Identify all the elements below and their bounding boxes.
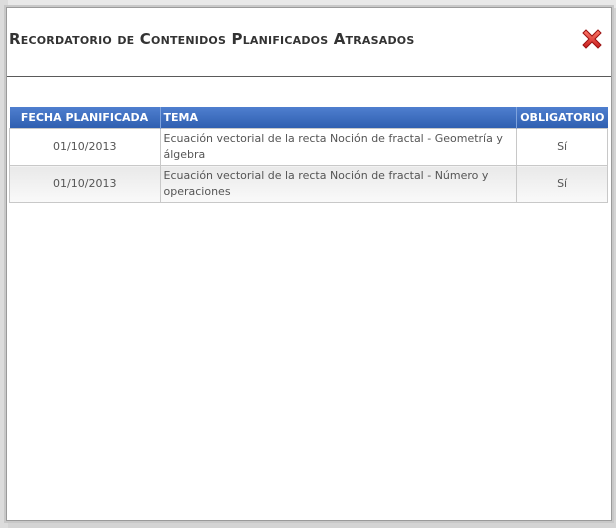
close-icon <box>582 29 602 49</box>
dialog-header: Recordatorio de Contenidos Planificados … <box>7 8 611 77</box>
column-header-obligatorio[interactable]: OBLIGATORIO <box>516 107 608 129</box>
cell-fecha: 01/10/2013 <box>9 128 161 166</box>
table-row[interactable]: 01/10/2013 Ecuación vectorial de la rect… <box>9 128 608 166</box>
column-header-tema[interactable]: TEMA <box>160 107 518 129</box>
reminder-dialog: Recordatorio de Contenidos Planificados … <box>6 7 612 521</box>
table-header-row: FECHA PLANIFICADA TEMA OBLIGATORIO <box>9 107 608 129</box>
cell-tema: Ecuación vectorial de la recta Noción de… <box>159 165 518 203</box>
overdue-contents-table: FECHA PLANIFICADA TEMA OBLIGATORIO 01/10… <box>9 107 608 203</box>
cell-obligatorio: Sí <box>516 128 608 166</box>
table-row[interactable]: 01/10/2013 Ecuación vectorial de la rect… <box>9 165 608 203</box>
dialog-title: Recordatorio de Contenidos Planificados … <box>9 30 415 48</box>
close-button[interactable] <box>579 26 605 52</box>
overdue-contents-table-wrap: FECHA PLANIFICADA TEMA OBLIGATORIO 01/10… <box>9 107 608 203</box>
cell-obligatorio: Sí <box>516 165 608 203</box>
column-header-fecha[interactable]: FECHA PLANIFICADA <box>9 107 161 129</box>
cell-tema: Ecuación vectorial de la recta Noción de… <box>159 128 518 166</box>
cell-fecha: 01/10/2013 <box>9 165 161 203</box>
